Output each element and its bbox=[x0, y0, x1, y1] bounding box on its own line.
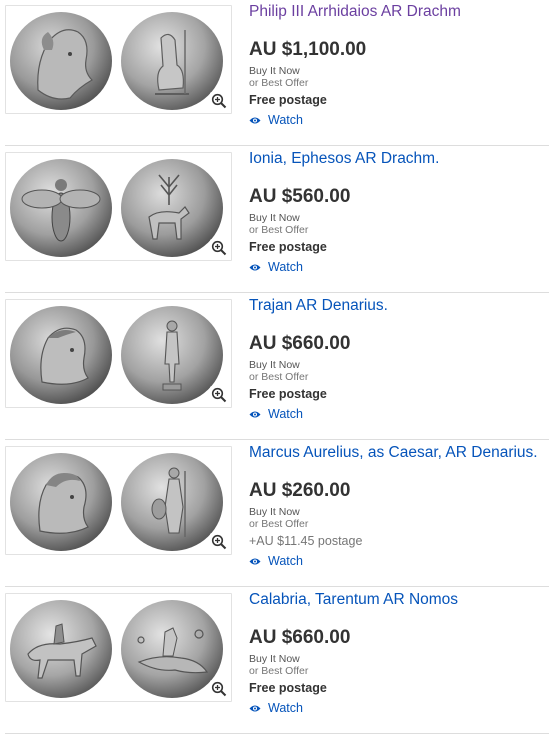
shipping-label: +AU $11.45 postage bbox=[249, 534, 363, 548]
listing-price: AU $560.00 bbox=[249, 186, 351, 207]
buy-it-now-label: Buy It Now bbox=[249, 359, 300, 371]
listing-item: Trajan AR Denarius. AU $660.00 Buy It No… bbox=[0, 294, 549, 441]
listing-item: Marcus Aurelius, as Caesar, AR Denarius.… bbox=[0, 441, 549, 588]
divider bbox=[5, 292, 549, 293]
eye-icon bbox=[249, 558, 261, 564]
zoom-in-icon[interactable] bbox=[210, 386, 228, 404]
best-offer-label: or Best Offer bbox=[249, 665, 309, 677]
shipping-label: Free postage bbox=[249, 93, 327, 107]
listing-item: Philip III Arrhidaios AR Drachm AU $1,10… bbox=[0, 0, 549, 147]
listing-image[interactable] bbox=[5, 593, 232, 702]
shipping-label: Free postage bbox=[249, 681, 327, 695]
zoom-in-icon[interactable] bbox=[210, 680, 228, 698]
watch-link[interactable]: Watch bbox=[249, 553, 303, 569]
coin-obverse-image bbox=[10, 453, 112, 551]
buy-it-now-label: Buy It Now bbox=[249, 212, 300, 224]
zoom-in-icon[interactable] bbox=[210, 92, 228, 110]
listing-price: AU $260.00 bbox=[249, 480, 351, 501]
best-offer-label: or Best Offer bbox=[249, 77, 309, 89]
listing-image[interactable] bbox=[5, 299, 232, 408]
coin-obverse-image bbox=[10, 306, 112, 404]
buy-it-now-label: Buy It Now bbox=[249, 653, 300, 665]
watch-label: Watch bbox=[268, 407, 303, 421]
listing-title-link[interactable]: Ionia, Ephesos AR Drachm. bbox=[249, 149, 439, 169]
best-offer-label: or Best Offer bbox=[249, 224, 309, 236]
best-offer-label: or Best Offer bbox=[249, 371, 309, 383]
eye-icon bbox=[249, 705, 261, 711]
listing-title-link[interactable]: Marcus Aurelius, as Caesar, AR Denarius. bbox=[249, 443, 538, 463]
divider bbox=[5, 586, 549, 587]
divider bbox=[5, 145, 549, 146]
listing-price: AU $1,100.00 bbox=[249, 39, 367, 60]
listing-price: AU $660.00 bbox=[249, 333, 351, 354]
watch-label: Watch bbox=[268, 113, 303, 127]
eye-icon bbox=[249, 264, 261, 270]
listing-image[interactable] bbox=[5, 5, 232, 114]
listing-image[interactable] bbox=[5, 152, 232, 261]
divider bbox=[5, 733, 549, 734]
listing-price: AU $660.00 bbox=[249, 627, 351, 648]
shipping-label: Free postage bbox=[249, 387, 327, 401]
watch-label: Watch bbox=[268, 701, 303, 715]
best-offer-label: or Best Offer bbox=[249, 518, 309, 530]
watch-link[interactable]: Watch bbox=[249, 406, 303, 422]
listing-item: Ionia, Ephesos AR Drachm. AU $560.00 Buy… bbox=[0, 147, 549, 294]
eye-icon bbox=[249, 411, 261, 417]
buy-it-now-label: Buy It Now bbox=[249, 506, 300, 518]
listing-title-link[interactable]: Philip III Arrhidaios AR Drachm bbox=[249, 2, 461, 22]
eye-icon bbox=[249, 117, 261, 123]
watch-label: Watch bbox=[268, 554, 303, 568]
divider bbox=[5, 439, 549, 440]
shipping-label: Free postage bbox=[249, 240, 327, 254]
listing-title-link[interactable]: Calabria, Tarentum AR Nomos bbox=[249, 590, 458, 610]
coin-obverse-image bbox=[10, 159, 112, 257]
listing-image[interactable] bbox=[5, 446, 232, 555]
coin-obverse-image bbox=[10, 12, 112, 110]
listing-item: Calabria, Tarentum AR Nomos AU $660.00 B… bbox=[0, 588, 549, 735]
watch-label: Watch bbox=[268, 260, 303, 274]
zoom-in-icon[interactable] bbox=[210, 239, 228, 257]
watch-link[interactable]: Watch bbox=[249, 700, 303, 716]
listing-title-link[interactable]: Trajan AR Denarius. bbox=[249, 296, 388, 316]
zoom-in-icon[interactable] bbox=[210, 533, 228, 551]
buy-it-now-label: Buy It Now bbox=[249, 65, 300, 77]
coin-obverse-image bbox=[10, 600, 112, 698]
watch-link[interactable]: Watch bbox=[249, 112, 303, 128]
watch-link[interactable]: Watch bbox=[249, 259, 303, 275]
